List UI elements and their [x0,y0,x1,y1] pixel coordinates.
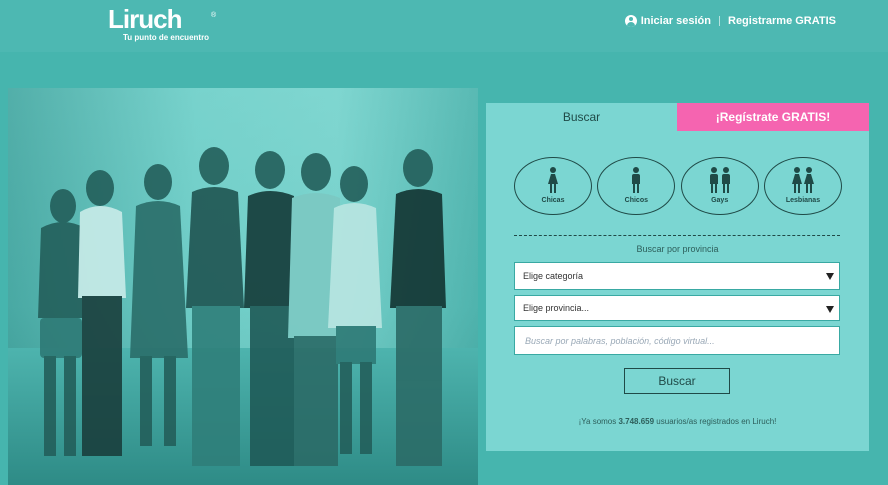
province-search-label: Buscar por provincia [636,244,719,254]
hero-section: Buscar ¡Regístrate GRATIS! Chicas Chicos [0,52,888,485]
category-label: Lesbianas [785,197,821,204]
category-gays[interactable]: Gays [680,157,759,215]
login-label: Iniciar sesión [640,15,711,27]
category-chicos[interactable]: Chicos [597,157,676,215]
logo-tagline: Tu punto de encuentro [123,33,210,42]
users-note-prefix: ¡Ya somos [578,417,619,426]
caret-down-icon [826,306,834,313]
login-link[interactable]: Iniciar sesión [624,15,711,27]
keyword-search-input[interactable] [514,326,840,355]
male-icon [598,167,674,193]
category-label: Chicos [624,197,648,204]
panel-tabs: Buscar ¡Regístrate GRATIS! [486,103,869,131]
users-note-suffix: usuarios/as registrados en Liruch! [654,417,777,426]
logo[interactable]: Liruch ® Tu punto de encuentro [108,4,223,44]
province-select-value: Elige provincia... [523,303,590,313]
logo-wordmark: Liruch [108,4,182,34]
search-button[interactable]: Buscar [624,368,730,394]
top-bar: Liruch ® Tu punto de encuentro Iniciar s… [0,0,888,52]
two-males-icon [682,167,758,193]
category-chicas[interactable]: Chicas [514,157,592,215]
group-of-friends-illustration [38,147,446,466]
tab-register[interactable]: ¡Regístrate GRATIS! [677,103,869,131]
category-select[interactable]: Elige categoría [514,262,840,290]
top-nav: Iniciar sesión Registrarme GRATIS [624,14,836,28]
category-select-value: Elige categoría [523,271,584,281]
nav-divider [719,16,720,26]
registered-mark: ® [211,12,217,19]
search-panel: Buscar ¡Regístrate GRATIS! Chicas Chicos [486,103,869,451]
user-icon [624,15,637,27]
category-options: Chicas Chicos Gays Lesbianas [514,157,842,217]
caret-down-icon [826,273,834,280]
users-count: 3.748.659 [618,417,655,426]
two-females-icon [765,167,841,193]
category-label: Chicas [541,197,565,204]
province-select[interactable]: Elige provincia... [514,295,840,321]
dashed-divider [514,235,840,236]
register-link[interactable]: Registrarme GRATIS [728,15,836,27]
category-label: Gays [711,197,729,204]
category-lesbianas[interactable]: Lesbianas [763,157,842,215]
hero-photo [8,88,478,485]
tab-search[interactable]: Buscar [486,103,677,131]
female-icon [515,167,591,193]
registered-users-note: ¡Ya somos 3.748.659 usuarios/as registra… [486,417,869,426]
